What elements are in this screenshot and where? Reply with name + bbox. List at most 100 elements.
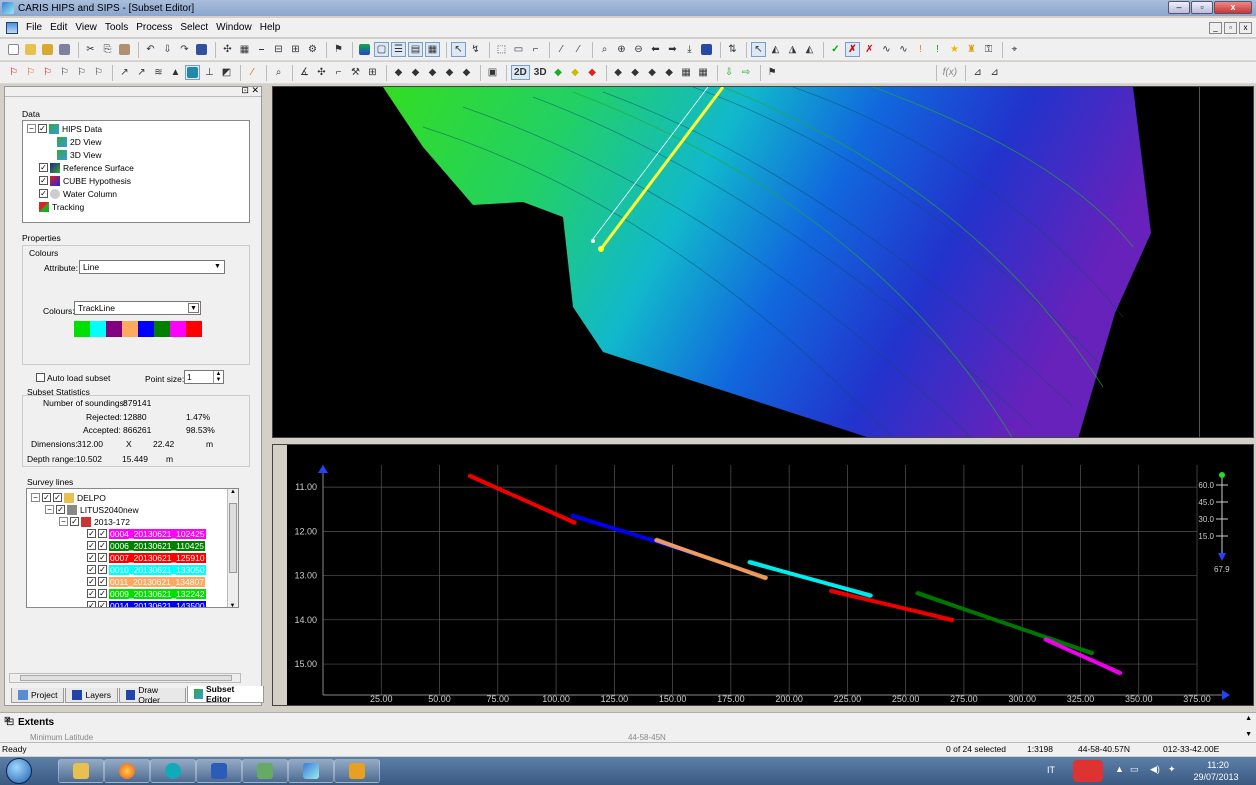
maximize-button[interactable]: ▫: [1191, 1, 1213, 14]
attribute-select[interactable]: Line ▼: [79, 260, 225, 274]
sort-icon[interactable]: ⇅: [725, 42, 740, 57]
function-button[interactable]: f(x): [941, 65, 959, 80]
properties-icon[interactable]: [194, 42, 209, 57]
tool-l-icon[interactable]: ⊞: [365, 65, 380, 80]
tree-2d-view[interactable]: 2D View: [57, 135, 102, 148]
wave-icon[interactable]: ∿: [879, 42, 894, 57]
view-split-v-icon[interactable]: ▤: [408, 42, 423, 57]
reject-outstanding-icon[interactable]: ✗: [862, 42, 877, 57]
flag-left-icon[interactable]: ◭: [768, 42, 783, 57]
zoom-out-icon[interactable]: ⊖: [631, 42, 646, 57]
redo-icon[interactable]: ↷: [177, 42, 192, 57]
lasso-icon[interactable]: ↯: [468, 42, 483, 57]
select-arrow-icon[interactable]: ↖: [451, 42, 466, 57]
network-icon[interactable]: ▭: [1130, 764, 1139, 775]
filter2-icon[interactable]: ⚐: [23, 65, 38, 80]
palette-swatch[interactable]: [106, 321, 122, 337]
menu-view[interactable]: View: [71, 22, 101, 33]
firefox-taskbar-button[interactable]: [104, 759, 150, 783]
tool-s-icon[interactable]: ⚑: [765, 65, 780, 80]
open-icon[interactable]: [23, 42, 38, 57]
menu-edit[interactable]: Edit: [46, 22, 71, 33]
shade-c-icon[interactable]: ◆: [645, 65, 660, 80]
shade-f-icon[interactable]: ▦: [696, 65, 711, 80]
view-3d-button[interactable]: 3D: [532, 65, 549, 80]
tab-project[interactable]: Project: [11, 688, 65, 703]
antivirus-tray-icon[interactable]: [1073, 760, 1103, 782]
view-split-h-icon[interactable]: ☰: [391, 42, 406, 57]
save-icon[interactable]: [57, 42, 72, 57]
subset-2d-view[interactable]: 25.00 50.00 75.00 100.00 125.00 150.00 175.00 2…: [272, 444, 1254, 706]
tree-hips-data[interactable]: − ✓ HIPS Data: [27, 122, 102, 135]
filter3-icon[interactable]: ⚐: [40, 65, 55, 80]
survey-line-item[interactable]: ✓ ✓ 0014_20130621_143500: [87, 599, 206, 607]
view-single-icon[interactable]: ▢: [374, 42, 389, 57]
filter6-icon[interactable]: ⚐: [91, 65, 106, 80]
open-folder-icon[interactable]: [40, 42, 55, 57]
clock-date[interactable]: 29/07/2013: [1192, 772, 1240, 782]
menu-help[interactable]: Help: [256, 22, 285, 33]
shade-a-icon[interactable]: ◆: [611, 65, 626, 80]
view-2d-button[interactable]: 2D: [511, 65, 530, 80]
designate-icon[interactable]: !: [913, 42, 928, 57]
colours-select[interactable]: TrackLine ▼: [74, 301, 201, 315]
undo-icon[interactable]: ↶: [143, 42, 158, 57]
tool-c-icon[interactable]: ≋: [151, 65, 166, 80]
palette-swatch[interactable]: [122, 321, 138, 337]
download-icon[interactable]: ⇩: [160, 42, 175, 57]
flag-right-icon[interactable]: ◭: [802, 42, 817, 57]
tree-tracking[interactable]: Tracking: [39, 200, 84, 213]
mdi-minimize-button[interactable]: _: [1209, 22, 1222, 34]
line-tool-icon[interactable]: ⎯: [254, 42, 269, 57]
person-icon[interactable]: ♜: [964, 42, 979, 57]
import-icon[interactable]: ⇩: [722, 65, 737, 80]
view-quad-icon[interactable]: ▦: [425, 42, 440, 57]
word-taskbar-button[interactable]: [196, 759, 242, 783]
binoculars-icon[interactable]: ⌖: [1007, 42, 1022, 57]
chart2-icon[interactable]: ⊿: [987, 65, 1002, 80]
tree-reference-surface[interactable]: ✓ Reference Surface: [39, 161, 134, 174]
tile-h-icon[interactable]: ⊟: [271, 42, 286, 57]
explorer-taskbar-button[interactable]: [58, 759, 104, 783]
tab-layers[interactable]: Layers: [65, 688, 118, 703]
tool-d-icon[interactable]: ▲: [168, 65, 183, 80]
tool-a-icon[interactable]: ↗: [117, 65, 132, 80]
app-taskbar-button[interactable]: [242, 759, 288, 783]
layers-icon[interactable]: [357, 42, 372, 57]
refresh-view-icon[interactable]: [699, 42, 714, 57]
brush-icon[interactable]: ⁄: [245, 65, 260, 80]
shade-d-icon[interactable]: ◆: [662, 65, 677, 80]
mdi-restore-button[interactable]: ▫: [1224, 22, 1237, 34]
reject-icon[interactable]: ✗: [845, 42, 860, 57]
tray-expand-icon[interactable]: ▲: [1115, 764, 1124, 774]
query-icon[interactable]: ⌕: [271, 65, 286, 80]
key-icon[interactable]: ⚿: [981, 42, 996, 57]
palette-swatch[interactable]: [138, 321, 154, 337]
caris-taskbar-button[interactable]: [288, 759, 334, 783]
tool-h-icon[interactable]: ∡: [297, 65, 312, 80]
pan-right-icon[interactable]: ➡: [665, 42, 680, 57]
tool-f-icon[interactable]: ⊥: [202, 65, 217, 80]
flag-icon[interactable]: ⚑: [331, 42, 346, 57]
auto-load-subset-checkbox[interactable]: Auto load subset: [36, 371, 110, 384]
extents-scroll-up[interactable]: ▲: [1245, 715, 1252, 722]
chart-icon[interactable]: ⊿: [970, 65, 985, 80]
start-button[interactable]: [6, 758, 32, 784]
surface-icon[interactable]: ◆: [551, 65, 566, 80]
wave2-icon[interactable]: ∿: [896, 42, 911, 57]
export-icon[interactable]: ⇨: [739, 65, 754, 80]
pointer-icon[interactable]: ↖: [751, 42, 766, 57]
clock-time[interactable]: 11:20: [1196, 760, 1240, 770]
pan-left-icon[interactable]: ⬅: [648, 42, 663, 57]
language-indicator[interactable]: IT: [1047, 765, 1055, 775]
surface2-icon[interactable]: ◆: [568, 65, 583, 80]
minimize-button[interactable]: –: [1168, 1, 1190, 14]
accept-icon[interactable]: ✓: [828, 42, 843, 57]
panel-close-icon[interactable]: ⊡ ✕: [241, 85, 259, 96]
examine-icon[interactable]: !: [930, 42, 945, 57]
survey-scrollbar[interactable]: ▲ ▼: [227, 489, 238, 607]
extents-scroll-down[interactable]: ▼: [1245, 731, 1252, 738]
slash-icon[interactable]: ⁄: [554, 42, 569, 57]
menu-file[interactable]: File: [22, 22, 46, 33]
tool-q-icon[interactable]: ◆: [459, 65, 474, 80]
